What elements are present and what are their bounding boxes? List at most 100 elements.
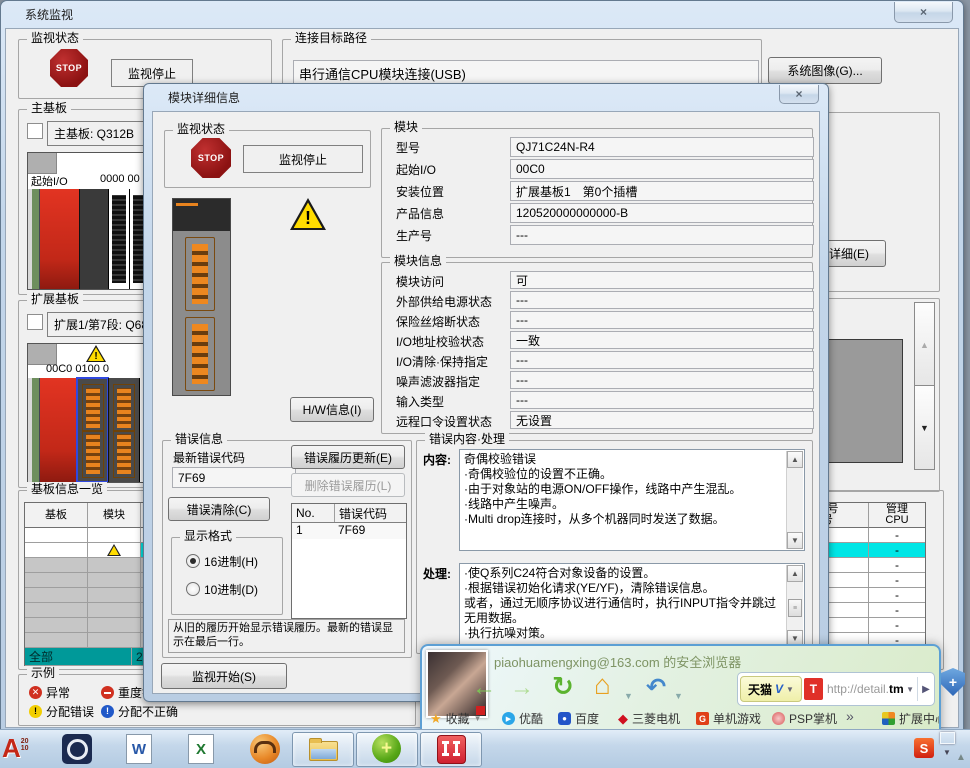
- system-image-button[interactable]: 系统图像(G)...: [768, 57, 882, 84]
- play-icon: ▶: [502, 712, 515, 725]
- hw-info-button[interactable]: H/W信息(I): [290, 397, 374, 422]
- scroll-up-icon[interactable]: ▲: [787, 565, 803, 582]
- taskbar-media-app-icon[interactable]: [62, 734, 92, 764]
- taskbar-360-button[interactable]: +: [356, 732, 418, 767]
- go-button[interactable]: ▶: [917, 677, 934, 701]
- process-textbox[interactable]: ·使Q系列C24符合对象设备的设置。 ·根据错误初始化请求(YE/YF)，清除错…: [459, 563, 805, 649]
- refresh-icon[interactable]: ↻: [552, 673, 574, 699]
- ext-base-rack-image[interactable]: ! 00C0 0100 0: [27, 343, 152, 483]
- process-label: 处理:: [423, 565, 451, 582]
- hex-radio[interactable]: [186, 554, 200, 568]
- scroll-down-icon[interactable]: ▼: [787, 532, 803, 549]
- history-row[interactable]: 1 7F69: [292, 523, 406, 539]
- comm-module[interactable]: [108, 378, 139, 482]
- chevron-down-icon[interactable]: ▼: [674, 692, 683, 701]
- bookmark-games[interactable]: G 单机游戏: [696, 710, 761, 727]
- field-value: ---: [510, 291, 814, 309]
- scroll-up-button[interactable]: ▲: [914, 302, 935, 387]
- bookmarks-overflow[interactable]: »: [846, 708, 854, 724]
- display-format-label: 显示格式: [180, 529, 236, 543]
- hex-radio-label[interactable]: 16进制(H): [204, 553, 258, 570]
- field-label: 外部供给电源状态: [396, 293, 492, 310]
- col-base: 基板: [25, 503, 88, 528]
- popup-title: piaohuamengxing@163.com 的安全浏览器: [494, 652, 741, 671]
- star-icon: ★: [430, 711, 442, 727]
- dialog-client: 监视状态 STOP 监视停止 ! H/W信息(I) 模块: [152, 111, 820, 694]
- main-base-checkbox[interactable]: [27, 123, 43, 139]
- field-label: 保险丝熔断状态: [396, 313, 480, 330]
- bookmark-favorites[interactable]: ★ 收藏 ▼: [430, 710, 482, 727]
- mitsubishi-logo-icon: ◆: [618, 711, 628, 727]
- scroll-down-button[interactable]: ▼: [914, 385, 935, 470]
- ext-base-group-label: 扩展基板: [27, 292, 83, 306]
- back-icon[interactable]: ←: [472, 676, 496, 700]
- taskbar-gx-works-button[interactable]: [420, 732, 482, 767]
- scroll-up-icon[interactable]: ▲: [787, 451, 803, 468]
- content-textbox[interactable]: 奇偶校验错误 ·奇偶校验位的设置不正确。 ·由于对象站的电源ON/OFF操作，线…: [459, 449, 805, 551]
- url-dropdown-icon[interactable]: ▼: [903, 685, 917, 694]
- window-close-button[interactable]: ×: [894, 2, 953, 23]
- field-label: 安装位置: [396, 183, 444, 200]
- terminal-connector: [185, 237, 215, 311]
- taskbar[interactable]: A 2010 W X +: [0, 729, 970, 768]
- hist-col-no: No.: [292, 504, 335, 522]
- error-history-update-button[interactable]: 错误履历更新(E): [291, 445, 405, 469]
- tray-chevron-down-icon[interactable]: ▼: [943, 748, 951, 757]
- bookmark-mitsubishi[interactable]: ◆ 三菱电机: [618, 710, 680, 727]
- error-clear-button[interactable]: 错误清除(C): [168, 497, 270, 521]
- taskbar-word-icon[interactable]: W: [126, 734, 152, 764]
- field-value: ---: [510, 391, 814, 409]
- field-value: 扩展基板1 第0个插槽: [510, 181, 814, 201]
- dec-radio-label[interactable]: 10进制(D): [204, 581, 258, 598]
- dialog-close-button[interactable]: ×: [779, 85, 819, 104]
- bookmark-extensions[interactable]: 扩展中心: [882, 710, 941, 727]
- window-titlebar[interactable]: 系统监视: [1, 1, 963, 27]
- taskbar-music-icon[interactable]: [250, 734, 280, 764]
- bookmark-psp[interactable]: PSP掌机: [772, 710, 837, 727]
- engine-v-icon: V: [775, 682, 783, 696]
- delete-error-history-button[interactable]: 删除错误履历(L): [291, 473, 405, 497]
- taskbar-explorer-button[interactable]: [292, 732, 354, 767]
- ext-base-checkbox[interactable]: [27, 314, 43, 330]
- address-bar[interactable]: 天猫 V ▼ T http://detail.tmall.co ▼ ▶: [737, 672, 935, 706]
- main-base-rack-image[interactable]: 起始I/O 0000 00: [27, 152, 152, 290]
- field-value: QJ71C24N-R4: [510, 137, 814, 157]
- taskbar-excel-icon[interactable]: X: [188, 734, 214, 764]
- tray-sogou-icon[interactable]: S: [914, 738, 934, 758]
- field-label: I/O地址校验状态: [396, 333, 484, 350]
- bookmark-youku[interactable]: ▶ 优酷: [502, 710, 543, 727]
- field-value: ---: [510, 311, 814, 329]
- error-history-list[interactable]: No. 错误代码 1 7F69: [291, 503, 407, 619]
- scroll-thumb[interactable]: ≡: [788, 599, 802, 617]
- search-engine-selector[interactable]: 天猫 V ▼: [740, 676, 802, 702]
- g-icon: G: [696, 712, 709, 725]
- browser-popup[interactable]: piaohuamengxing@163.com 的安全浏览器 ← → ↻ ⌂ ▼…: [420, 644, 941, 734]
- chevron-down-icon[interactable]: ▼: [624, 692, 633, 701]
- process-scrollbar[interactable]: ▲ ≡ ▼: [786, 565, 803, 647]
- field-value: ---: [510, 371, 814, 389]
- tray-show-hidden-icon[interactable]: ▲: [956, 752, 966, 763]
- stop-icon: STOP: [191, 138, 231, 178]
- headphones-icon: [254, 741, 276, 753]
- tray-window-icon[interactable]: [940, 732, 955, 744]
- undo-icon[interactable]: ↶: [646, 676, 666, 700]
- error-circle-icon: ✕: [29, 686, 42, 699]
- home-icon[interactable]: ⌂: [594, 671, 611, 699]
- dec-radio[interactable]: [186, 582, 200, 596]
- assign-incorrect-icon: !: [101, 705, 114, 718]
- chevron-down-icon: ▼: [474, 714, 482, 723]
- selected-comm-module[interactable]: [77, 378, 108, 482]
- taskbar-autocad-icon[interactable]: A 2010: [2, 734, 31, 762]
- module-info-group: 模块信息 模块访问 可 外部供给电源状态 --- 保险丝熔断状态 --- I/O…: [381, 262, 813, 434]
- forward-icon[interactable]: →: [510, 676, 534, 700]
- dialog-titlebar[interactable]: 模块详细信息: [144, 84, 828, 110]
- url-field[interactable]: http://detail.tmall.co: [823, 682, 903, 696]
- monitor-start-button[interactable]: 监视开始(S): [161, 663, 287, 689]
- display-format-group: 显示格式 16进制(H) 10进制(D): [171, 537, 283, 615]
- module-group-label: 模块: [390, 120, 422, 134]
- content-scrollbar[interactable]: ▲ ▼: [786, 451, 803, 549]
- field-value: 120520000000000-B: [510, 203, 814, 223]
- field-label: 生产号: [396, 227, 432, 244]
- bookmark-baidu[interactable]: ● 百度: [558, 710, 599, 727]
- error-content-group-label: 错误内容·处理: [425, 432, 509, 446]
